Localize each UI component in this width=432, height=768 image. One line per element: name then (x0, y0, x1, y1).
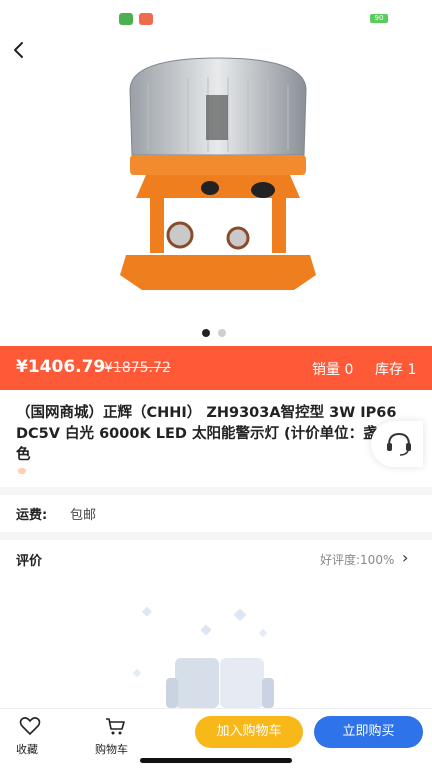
reviews-rating[interactable]: 好评度:100% (320, 551, 394, 568)
stock-count: 库存 1 (375, 362, 417, 378)
battery-icon: 90 (370, 14, 388, 23)
app-notification-icon-2 (139, 13, 153, 25)
shipping-label: 运费: (16, 508, 48, 523)
section-divider (0, 487, 432, 495)
empty-reviews-illustration (132, 606, 274, 708)
headset-icon (387, 432, 411, 456)
chevron-left-icon (14, 42, 23, 58)
carousel-dot-1[interactable] (202, 329, 210, 337)
add-to-cart-button[interactable]: 加入购物车 (195, 716, 303, 748)
price-bar: ¥1406.79 ¥1875.72 销量 0 库存 1 (0, 346, 432, 390)
status-bar: 90 (0, 0, 432, 36)
carousel-indicator[interactable] (202, 329, 226, 337)
original-price: ¥1875.72 (104, 360, 171, 376)
heart-icon[interactable] (19, 715, 41, 737)
product-title: （国网商城）正辉（CHHI） ZH9303A智控型 3W IP66 DC5V 白… (16, 405, 404, 463)
back-button[interactable] (8, 38, 30, 62)
app-notification-icon (119, 13, 133, 25)
sales-count: 销量 0 (312, 362, 354, 378)
carousel-dot-2[interactable] (218, 329, 226, 337)
buy-now-button[interactable]: 立即购买 (314, 716, 423, 748)
reviews-label: 评价 (16, 554, 43, 569)
current-price: ¥1406.79 (16, 357, 106, 377)
cart-icon[interactable] (104, 715, 126, 737)
section-divider-2 (0, 532, 432, 540)
chevron-right-icon[interactable]: › (402, 548, 408, 567)
customer-service-button[interactable] (371, 421, 423, 467)
favorite-label[interactable]: 收藏 (16, 741, 38, 757)
home-indicator (140, 758, 292, 763)
shipping-value: 包邮 (70, 508, 97, 523)
cart-label[interactable]: 购物车 (95, 741, 128, 757)
product-image[interactable] (118, 50, 318, 305)
decorative-dot (18, 468, 26, 474)
